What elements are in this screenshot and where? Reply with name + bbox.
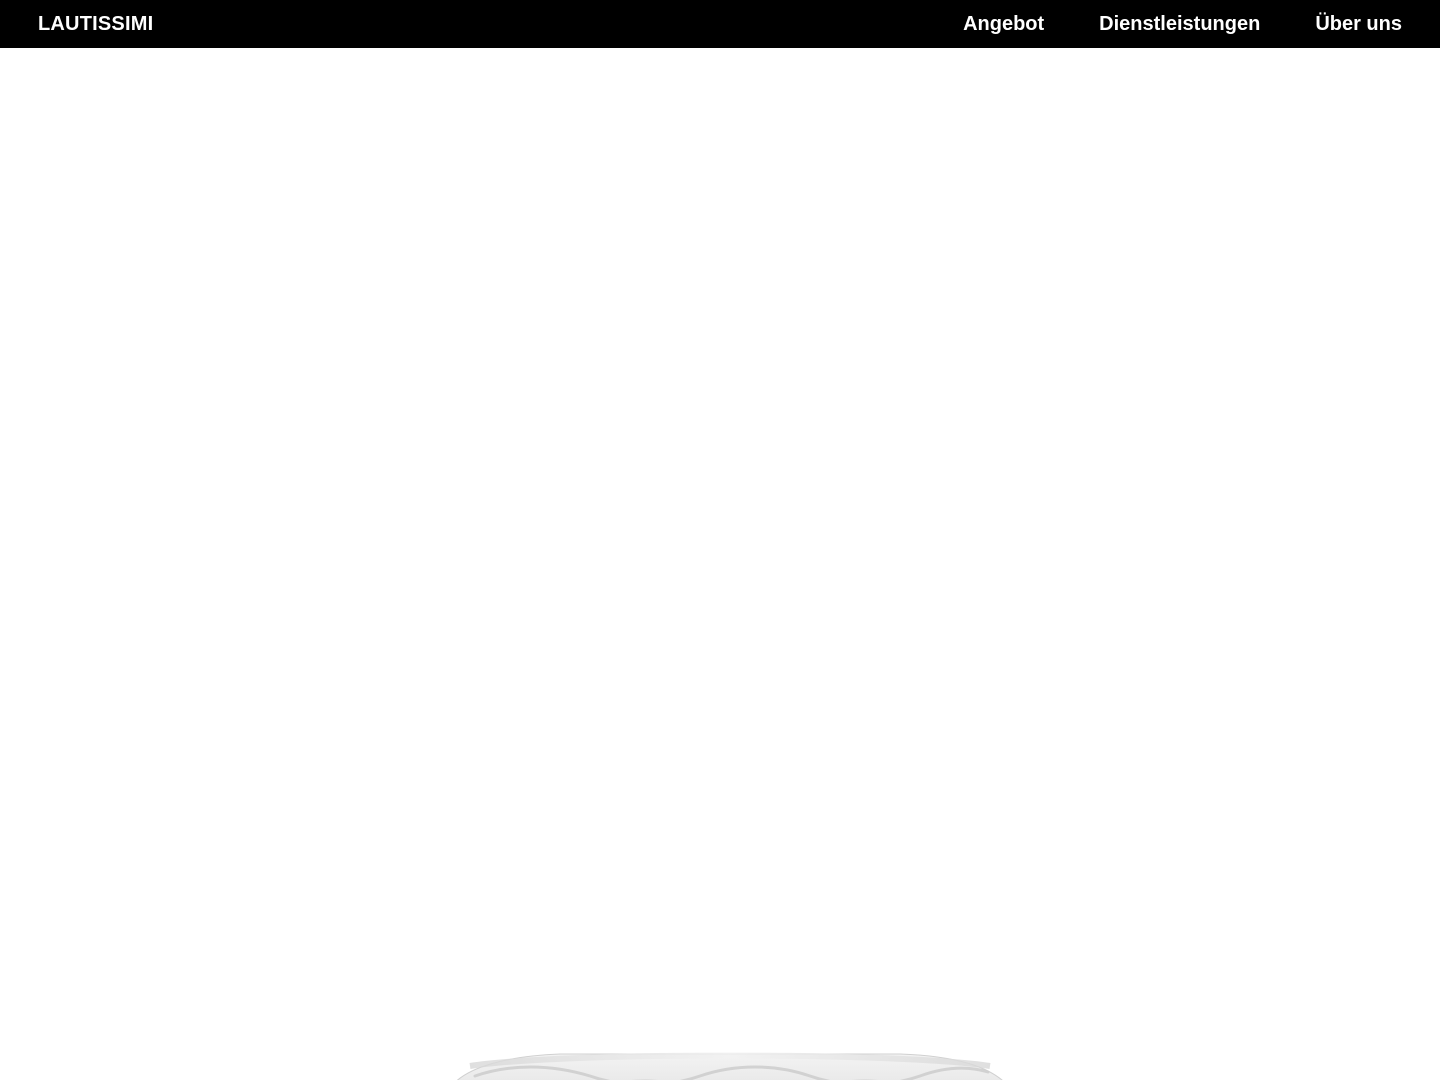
main-navigation: Angebot Dienstleistungen Über uns bbox=[963, 0, 1402, 48]
nav-link-angebot[interactable]: Angebot bbox=[963, 0, 1044, 48]
product-image bbox=[457, 1052, 1003, 1080]
top-navigation-bar: LAUTISSIMI Angebot Dienstleistungen Über… bbox=[0, 0, 1440, 48]
nav-link-ueber-uns[interactable]: Über uns bbox=[1315, 0, 1402, 48]
brand-logo-text[interactable]: LAUTISSIMI bbox=[38, 0, 153, 48]
hero-section bbox=[0, 48, 1440, 1080]
nav-link-dienstleistungen[interactable]: Dienstleistungen bbox=[1099, 0, 1260, 48]
